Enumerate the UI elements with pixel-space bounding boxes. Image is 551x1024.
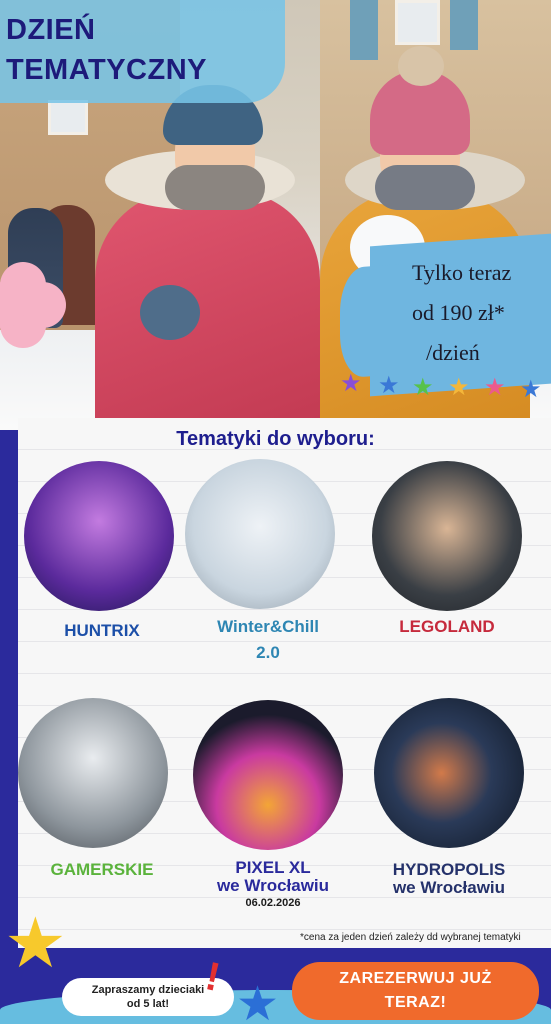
page-title-line1: DZIEŃ: [6, 14, 96, 46]
gamerskie-image[interactable]: [18, 698, 168, 848]
scarf: [165, 165, 265, 210]
reserve-button[interactable]: ZAREZERWUJ JUŻ TERAZ!: [292, 962, 539, 1020]
price-line3: /dzień: [426, 340, 480, 365]
theme-label-pixel-xl: PIXEL XL: [235, 858, 311, 877]
legoland-image[interactable]: [372, 461, 522, 611]
window: [48, 100, 88, 135]
theme-label-gamerskie: GAMERSKIE: [50, 860, 154, 879]
theme-label-legoland: LEGOLAND: [399, 617, 495, 636]
huntrix-image[interactable]: [24, 461, 174, 611]
winter-chill-image[interactable]: [185, 459, 335, 609]
reserve-button-line1: ZAREZERWUJ JUŻ: [339, 970, 492, 987]
theme-label-winter-chill: Winter&Chill: [217, 617, 319, 636]
reserve-button-line2: TERAZ!: [384, 994, 447, 1011]
theme-label-huntrix: HUNTRIX: [64, 621, 140, 640]
girl-pink-coat: [95, 190, 320, 430]
mitten: [140, 285, 200, 340]
window: [395, 0, 440, 45]
theme-label-hydropolis: HYDROPOLIS: [392, 860, 506, 879]
star-icon: ★: [520, 376, 542, 403]
price-footnote: *cena za jeden dzień zależy dd wybranej …: [300, 932, 521, 943]
scarf: [375, 165, 475, 210]
pompom: [398, 46, 444, 86]
star-icon: ★: [4, 904, 67, 982]
hydropolis-image[interactable]: [374, 698, 524, 848]
theme-label-hydropolis-city: we Wrocławiu: [392, 878, 506, 897]
star-icon: ★: [448, 374, 470, 401]
star-icon: ★: [340, 370, 362, 397]
pink-flower-decoration: [0, 262, 66, 348]
star-icon: ★: [484, 374, 506, 401]
page-title-line2: TEMATYCZNY: [6, 54, 208, 86]
price-line1: Tylko teraz: [412, 260, 512, 285]
shutter: [450, 0, 478, 50]
price-line2: od 190 zł*: [412, 300, 505, 325]
shutter: [350, 0, 378, 60]
pixel-xl-date: 06.02.2026: [245, 897, 301, 909]
star-icon: ★: [412, 374, 434, 401]
star-icon: ★: [378, 372, 400, 399]
theme-label-winter-chill-version: 2.0: [256, 643, 280, 662]
star-icon: ★: [236, 978, 280, 1024]
pixel-xl-image[interactable]: [193, 700, 343, 850]
section-title: Tematyki do wyboru:: [176, 428, 375, 450]
theme-label-pixel-xl-city: we Wrocławiu: [216, 876, 330, 895]
